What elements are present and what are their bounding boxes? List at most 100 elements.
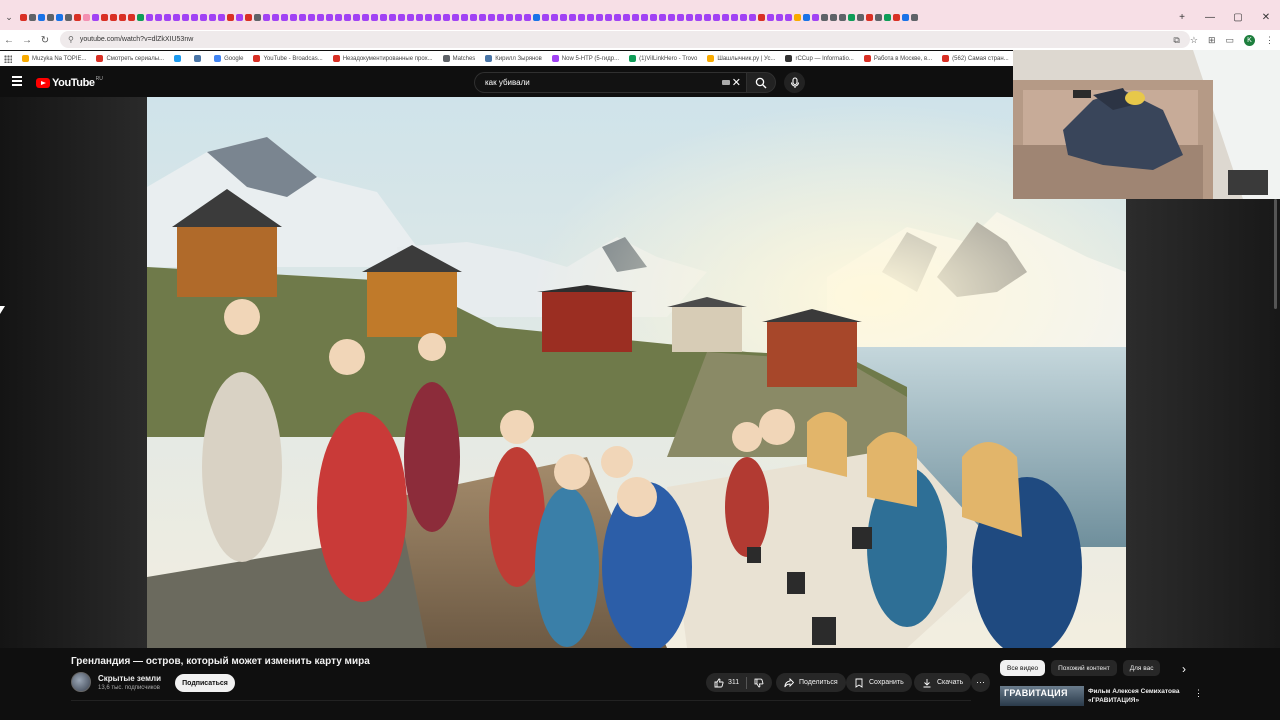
browser-tab-favicon[interactable] (308, 13, 315, 21)
new-tab-button[interactable]: + (1168, 0, 1196, 34)
browser-tab-favicon[interactable] (209, 13, 216, 21)
more-actions-button[interactable]: ⋯ (971, 673, 990, 692)
tab-search-icon[interactable]: ⌄ (0, 12, 18, 23)
bookmark-item[interactable]: Незадокументированные прох... (332, 55, 433, 62)
recommended-thumbnail[interactable]: ГРАВИТАЦИЯ (1000, 686, 1084, 706)
browser-tab-favicon[interactable] (848, 13, 855, 21)
apps-grid-icon[interactable] (4, 54, 12, 63)
browser-tab-favicon[interactable] (821, 13, 828, 21)
browser-tab-favicon[interactable] (524, 13, 531, 21)
bookmark-item[interactable]: Работа в Москве, в... (863, 55, 932, 62)
browser-tab-favicon[interactable] (650, 13, 657, 21)
browser-tab-favicon[interactable] (362, 13, 369, 21)
browser-tab-favicon[interactable] (776, 13, 783, 21)
browser-tab-favicon[interactable] (236, 13, 243, 21)
browser-tab-favicon[interactable] (839, 13, 846, 21)
youtube-logo[interactable]: YouTube RU (36, 76, 103, 89)
browser-tab-favicon[interactable] (614, 13, 621, 21)
browser-tab-favicon[interactable] (218, 13, 225, 21)
minimize-icon[interactable]: — (1196, 0, 1224, 34)
split-icon[interactable]: ▭ (1225, 35, 1234, 46)
browser-tab-favicon[interactable] (497, 13, 504, 21)
browser-tab-favicon[interactable] (110, 13, 117, 21)
browser-tab-favicon[interactable] (767, 13, 774, 21)
browser-tab-favicon[interactable] (137, 13, 144, 21)
browser-tab-favicon[interactable] (542, 13, 549, 21)
browser-tab-favicon[interactable] (191, 13, 198, 21)
browser-tab-favicon[interactable] (371, 13, 378, 21)
clear-icon[interactable]: ✕ (732, 76, 741, 89)
save-button[interactable]: Сохранить (846, 673, 912, 692)
channel-name[interactable]: Скрытые земли (98, 674, 161, 683)
browser-tab-favicon[interactable] (884, 13, 891, 21)
keyboard-icon[interactable] (722, 80, 730, 85)
menu-icon[interactable] (12, 76, 22, 86)
browser-tab-favicon[interactable] (857, 13, 864, 21)
page-scrollbar[interactable] (1274, 199, 1277, 309)
browser-tab-favicon[interactable] (299, 13, 306, 21)
bookmark-item[interactable]: (1)VilLinkHero - Trovo (629, 55, 697, 62)
bookmark-item[interactable]: Смотреть сериалы... (96, 55, 164, 62)
browser-tab-favicon[interactable] (569, 13, 576, 21)
bookmark-item[interactable]: Google (214, 55, 243, 62)
browser-tab-favicon[interactable] (128, 13, 135, 21)
chip-similar[interactable]: Похожий контент (1051, 660, 1117, 676)
browser-tab-favicon[interactable] (56, 13, 63, 21)
browser-tab-favicon[interactable] (911, 13, 918, 21)
chevron-right-icon[interactable]: › (1182, 662, 1186, 676)
browser-tab-favicon[interactable] (101, 13, 108, 21)
browser-tab-favicon[interactable] (263, 13, 270, 21)
browser-tab-favicon[interactable] (668, 13, 675, 21)
browser-tab-favicon[interactable] (605, 13, 612, 21)
maximize-icon[interactable]: ▢ (1224, 0, 1252, 34)
browser-tab-favicon[interactable] (326, 13, 333, 21)
browser-tab-favicon[interactable] (803, 13, 810, 21)
browser-tab-favicon[interactable] (551, 13, 558, 21)
browser-tab-favicon[interactable] (830, 13, 837, 21)
browser-tab-favicon[interactable] (227, 13, 234, 21)
browser-tab-favicon[interactable] (182, 13, 189, 21)
browser-tab-favicon[interactable] (623, 13, 630, 21)
browser-tab-favicon[interactable] (47, 13, 54, 21)
browser-tab-favicon[interactable] (344, 13, 351, 21)
search-button[interactable] (746, 72, 776, 93)
browser-tab-favicon[interactable] (677, 13, 684, 21)
browser-tab-favicon[interactable] (596, 13, 603, 21)
browser-tab-favicon[interactable] (272, 13, 279, 21)
browser-tab-favicon[interactable] (704, 13, 711, 21)
bookmark-item[interactable] (174, 55, 184, 62)
browser-tab-favicon[interactable] (875, 13, 882, 21)
browser-tab-favicon[interactable] (92, 13, 99, 21)
chip-all-videos[interactable]: Все видео (1000, 660, 1046, 676)
close-window-icon[interactable]: ✕ (1252, 0, 1280, 34)
bookmark-item[interactable]: YouTube - Broadcas... (253, 55, 323, 62)
browser-tab-favicon[interactable] (713, 13, 720, 21)
browser-tab-favicon[interactable] (695, 13, 702, 21)
browser-tab-favicon[interactable] (461, 13, 468, 21)
browser-tab-favicon[interactable] (317, 13, 324, 21)
back-icon[interactable]: ← (0, 35, 18, 46)
browser-tab-favicon[interactable] (488, 13, 495, 21)
bookmark-item[interactable]: (562) Самая стран... (942, 55, 1009, 62)
browser-tab-favicon[interactable] (686, 13, 693, 21)
share-button[interactable]: Поделиться (776, 673, 846, 692)
subscribe-button[interactable]: Подписаться (175, 674, 235, 692)
browser-tab-favicon[interactable] (380, 13, 387, 21)
browser-tab-favicon[interactable] (470, 13, 477, 21)
bookmark-star-icon[interactable]: ☆ (1190, 35, 1198, 46)
chip-for-you[interactable]: Для вас (1122, 660, 1161, 676)
dislike-icon[interactable] (754, 678, 764, 688)
bookmark-item[interactable]: Matches (442, 55, 475, 62)
bookmark-item[interactable]: Now 5-HTP (5-гидр... (551, 55, 619, 62)
browser-tab-favicon[interactable] (200, 13, 207, 21)
browser-tab-favicon[interactable] (758, 13, 765, 21)
like-button[interactable]: 311 (714, 678, 739, 688)
browser-tab-favicon[interactable] (353, 13, 360, 21)
recommended-title[interactable]: Фильм Алексея Семихатова «ГРАВИТАЦИЯ» (1088, 687, 1188, 705)
browser-tab-favicon[interactable] (74, 13, 81, 21)
voice-search-button[interactable] (784, 72, 805, 93)
browser-tab-favicon[interactable] (506, 13, 513, 21)
browser-tab-favicon[interactable] (434, 13, 441, 21)
browser-tab-favicon[interactable] (632, 13, 639, 21)
bookmark-item[interactable]: rCCup — Informatio... (785, 55, 854, 62)
